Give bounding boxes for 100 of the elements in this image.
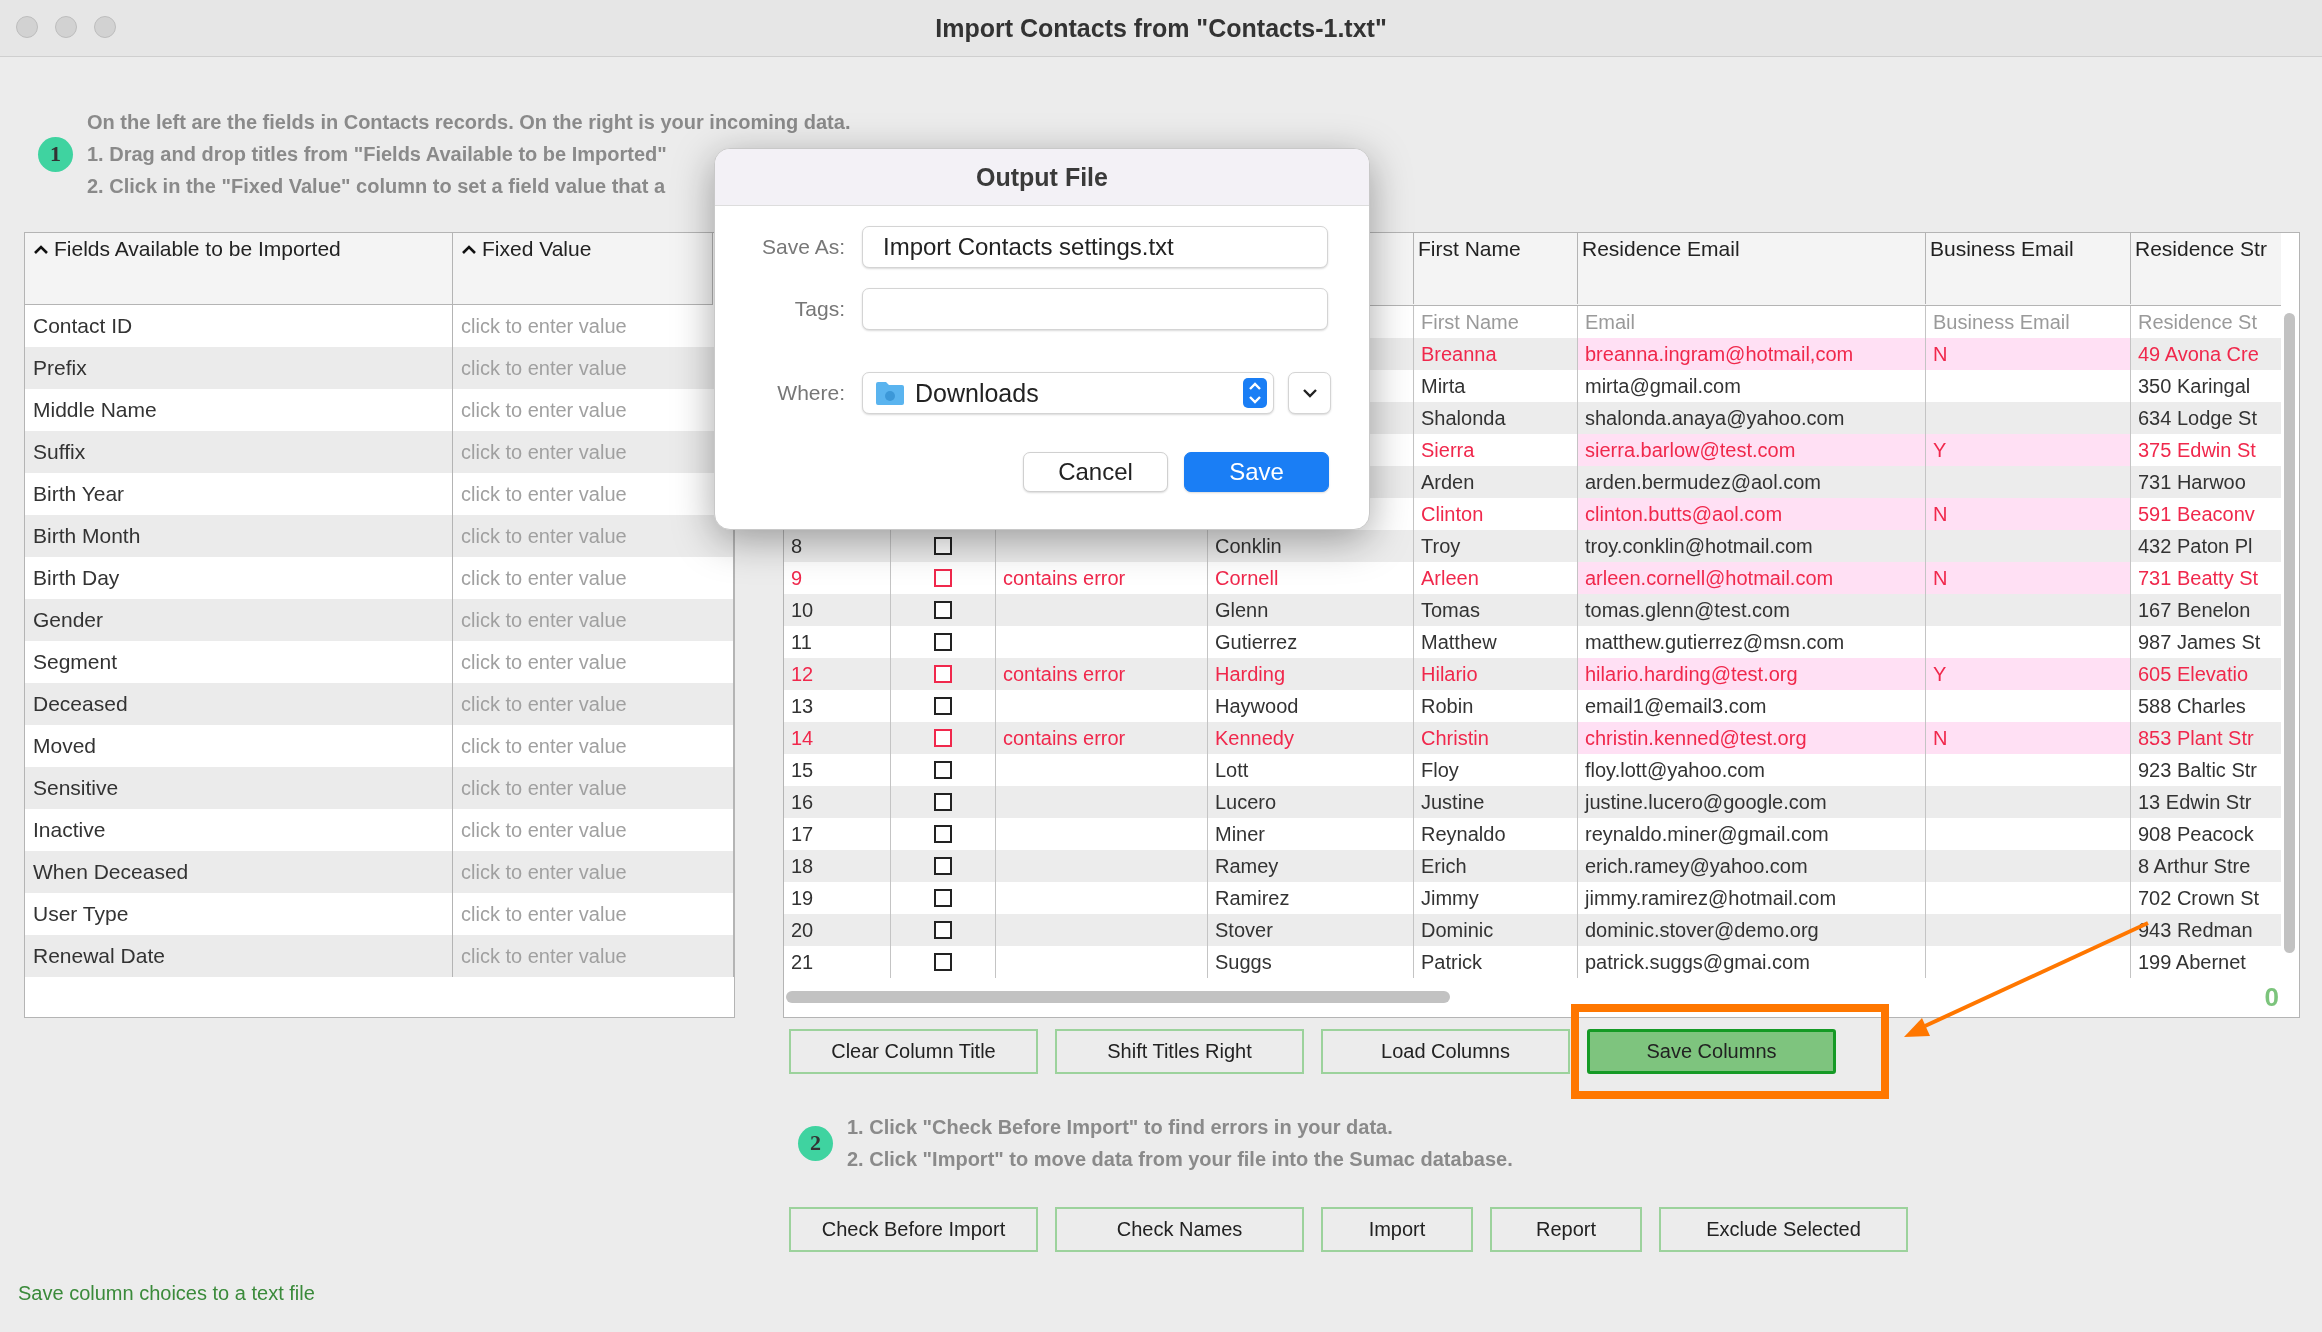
fixed-value-field[interactable]: click to enter value xyxy=(453,935,733,977)
field-name[interactable]: Sensitive xyxy=(25,767,453,809)
fixed-value-field[interactable]: click to enter value xyxy=(453,683,733,725)
field-label: Where: xyxy=(776,381,845,405)
row-number: 20 xyxy=(784,914,891,946)
field-name[interactable]: Birth Month xyxy=(25,515,453,557)
column-header[interactable]: Residence Email xyxy=(1578,233,1926,304)
table-cell: Arden xyxy=(1414,466,1578,498)
fixed-value-field[interactable]: click to enter value xyxy=(453,389,733,431)
table-cell-text: 13 Edwin Str xyxy=(2137,789,2253,815)
table-cell: Justine xyxy=(1414,786,1578,818)
checkbox[interactable] xyxy=(934,729,952,747)
checkbox[interactable] xyxy=(934,889,952,907)
fixed-value-field[interactable]: click to enter value xyxy=(453,851,733,893)
action-button[interactable]: Shift Titles Right xyxy=(1055,1029,1304,1074)
checkbox[interactable] xyxy=(934,697,952,715)
action-button[interactable]: Report xyxy=(1490,1207,1642,1252)
checkbox[interactable] xyxy=(934,953,952,971)
table-row[interactable]: 16 Lucero Justine justine.lucero@google.com 13 Edwin Str xyxy=(784,786,2281,818)
checkbox[interactable] xyxy=(934,857,952,875)
action-button[interactable]: Clear Column Title xyxy=(789,1029,1038,1074)
table-row[interactable]: 18 Ramey Erich erich.ramey@yahoo.com 8 Arthur Stre xyxy=(784,850,2281,882)
table-cell: Erich xyxy=(1414,850,1578,882)
checkbox[interactable] xyxy=(934,633,952,651)
action-button[interactable]: Check Before Import xyxy=(789,1207,1038,1252)
field-name[interactable]: When Deceased xyxy=(25,851,453,893)
field-name[interactable]: Prefix xyxy=(25,347,453,389)
step-badge: 2 xyxy=(798,1125,833,1161)
field-label: Tags: xyxy=(793,297,845,321)
table-row[interactable]: 12 contains error Harding Hilario hilario.harding@test.org Y 605 Elevatio xyxy=(784,658,2281,690)
field-name[interactable]: Renewal Date xyxy=(25,935,453,977)
checkbox[interactable] xyxy=(934,537,952,555)
table-row[interactable]: 21 Suggs Patrick patrick.suggs@gmai.com 199 Abernet xyxy=(784,946,2281,978)
status-text: Save column choices to a text file xyxy=(18,1282,315,1304)
fixed-value-field[interactable]: click to enter value xyxy=(453,599,733,641)
table-cell: tomas.glenn@test.com xyxy=(1578,594,1926,626)
dialog-button[interactable]: Cancel xyxy=(1023,452,1168,492)
checkbox[interactable] xyxy=(934,921,952,939)
action-button[interactable]: Check Names xyxy=(1055,1207,1304,1252)
table-cell: Ramey xyxy=(1208,850,1414,882)
column-header[interactable]: Fields Available to be Imported xyxy=(25,233,453,305)
table-cell-text: 49 Avona Cre xyxy=(2137,341,2260,367)
text-field[interactable] xyxy=(862,288,1328,330)
row-number: 18 xyxy=(784,850,891,882)
fixed-value-field[interactable]: click to enter value xyxy=(453,893,733,935)
table-cell: Troy xyxy=(1414,530,1578,562)
field-name[interactable]: Gender xyxy=(25,599,453,641)
table-cell-text: 853 Plant Str xyxy=(2137,725,2255,751)
fixed-value-field[interactable]: click to enter value xyxy=(453,557,733,599)
dialog-title: Output File xyxy=(976,162,1108,192)
fixed-value-field[interactable]: click to enter value xyxy=(453,473,733,515)
table-cell: Lucero xyxy=(1208,786,1414,818)
instruction-text: 1. Drag and drop titles from "Fields Available to be Imported" xyxy=(87,142,668,167)
table-row[interactable]: 8 Conklin Troy troy.conklin@hotmail.com 432 Paton Pl xyxy=(784,530,2281,562)
row-number: 21 xyxy=(784,946,891,978)
location-popup[interactable]: Downloads xyxy=(862,372,1274,414)
field-label: Save As: xyxy=(761,235,845,259)
checkbox[interactable] xyxy=(934,569,952,587)
table-cell: christin.kenned@test.org xyxy=(1578,722,1926,754)
table-cell: dominic.stover@demo.org xyxy=(1578,914,1926,946)
field-name[interactable]: Deceased xyxy=(25,683,453,725)
checkbox[interactable] xyxy=(934,665,952,683)
horizontal-scrollbar[interactable] xyxy=(786,991,1450,1003)
table-cell-text: 923 Baltic Str xyxy=(2137,757,2258,783)
fixed-value-field[interactable]: click to enter value xyxy=(453,515,733,557)
instruction-text: On the left are the fields in Contacts records. On the right is your incoming data. xyxy=(87,110,851,135)
action-button[interactable]: Save Columns xyxy=(1587,1029,1836,1074)
field-name[interactable]: Suffix xyxy=(25,431,453,473)
expand-button[interactable] xyxy=(1288,372,1331,414)
table-cell: Shalonda xyxy=(1414,402,1578,434)
dialog-button[interactable]: Save xyxy=(1184,452,1329,492)
column-header[interactable]: Fixed Value xyxy=(453,233,713,305)
checkbox[interactable] xyxy=(934,601,952,619)
column-header[interactable]: Business Email xyxy=(1926,233,2131,304)
fixed-value-field[interactable]: click to enter value xyxy=(453,809,733,851)
fixed-value-field[interactable]: click to enter value xyxy=(453,641,733,683)
text-field[interactable]: Import Contacts settings.txt xyxy=(862,226,1328,268)
fixed-value-field[interactable]: click to enter value xyxy=(453,305,733,347)
vertical-scrollbar[interactable] xyxy=(2284,313,2295,953)
column-header[interactable]: Residence Str xyxy=(2131,233,2281,304)
checkbox[interactable] xyxy=(934,761,952,779)
fixed-value-field[interactable]: click to enter value xyxy=(453,725,733,767)
table-row[interactable]: 9 contains error Cornell Arleen arleen.cornell@hotmail.com N 731 Beatty St xyxy=(784,562,2281,594)
table-cell: N xyxy=(1926,498,2131,530)
instruction-text: 2. Click "Import" to move data from your file into the Sumac database. xyxy=(847,1147,1513,1172)
table-cell: hilario.harding@test.org xyxy=(1578,658,1926,690)
table-cell: Stover xyxy=(1208,914,1414,946)
row-number: 10 xyxy=(784,594,891,626)
checkbox[interactable] xyxy=(934,825,952,843)
table-cell-text: 908 Peacock xyxy=(2137,821,2255,847)
table-cell-text: 8 Arthur Stre xyxy=(2137,853,2252,879)
row-number: 14 xyxy=(784,722,891,754)
column-header[interactable]: First Name xyxy=(1414,233,1578,304)
table-row[interactable]: 10 Glenn Tomas tomas.glenn@test.com 167 Benelon xyxy=(784,594,2281,626)
checkbox[interactable] xyxy=(934,793,952,811)
action-button[interactable]: Import xyxy=(1321,1207,1473,1252)
window-title: Import Contacts from "Contacts-1.txt" xyxy=(935,13,1387,43)
action-button[interactable]: Load Columns xyxy=(1321,1029,1570,1074)
fixed-value-field[interactable]: click to enter value xyxy=(453,767,733,809)
action-button[interactable]: Exclude Selected xyxy=(1659,1207,1908,1252)
